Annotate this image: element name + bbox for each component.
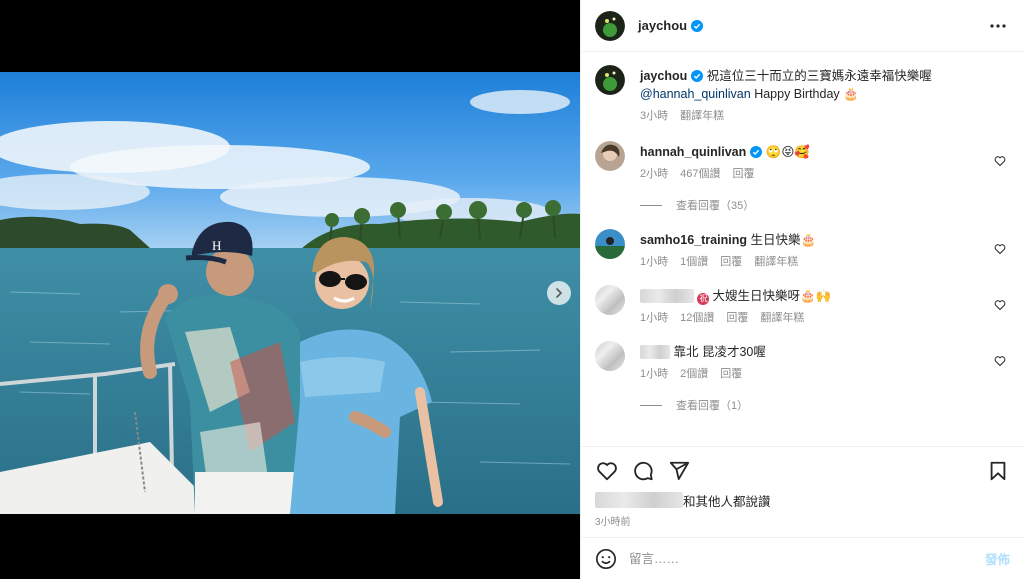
likes-summary[interactable]: 和其他人都說讚 (595, 491, 1010, 509)
author-avatar[interactable] (595, 10, 625, 41)
post-actions: 和其他人都說讚 3小時前 (581, 446, 1024, 528)
verified-badge-icon (691, 20, 704, 32)
caption-text-2: Happy Birthday (754, 87, 840, 101)
comment-time: 1小時 (640, 256, 669, 268)
cake-emoji: 🎂 (843, 87, 859, 101)
save-button[interactable] (986, 459, 1010, 483)
caption-translate-link[interactable]: 翻譯年糕 (680, 107, 724, 123)
smiley-icon[interactable] (595, 548, 617, 570)
chevron-right-icon (556, 288, 563, 298)
author-avatar-image (595, 10, 625, 41)
caption: jaychou 祝這位三十而立的三寶媽永遠幸福快樂喔 @hannah_quinl… (595, 53, 1010, 123)
comment-like-heart-icon[interactable] (994, 355, 1006, 367)
commenter-avatar-blurred[interactable] (595, 341, 625, 371)
svg-text:H: H (212, 238, 221, 253)
post-photo[interactable]: H (0, 72, 580, 514)
post-time: 3小時前 (595, 517, 631, 528)
next-photo-button[interactable] (547, 281, 571, 305)
view-replies-label: 查看回覆（1） (676, 400, 749, 412)
comment-likes[interactable]: 1個讚 (680, 253, 708, 269)
commenter-avatar-image (595, 141, 625, 171)
heart-icon (597, 462, 617, 481)
verified-badge-icon (750, 146, 763, 158)
more-options-button[interactable] (986, 14, 1010, 38)
translate-mark-icon: 祝 (697, 293, 710, 305)
comment-input[interactable] (629, 551, 985, 566)
post-side-panel: jaychou jaychou 祝這位三十而立的三寶媽永遠幸福快樂喔 @hann… (580, 0, 1024, 579)
comment-text: 大嫂生日快樂呀🎂🙌 (712, 289, 832, 303)
comment-reply-button[interactable]: 回覆 (732, 165, 754, 181)
verified-badge-icon (691, 70, 704, 82)
likes-text: 和其他人都說讚 (683, 494, 771, 509)
caption-text: 祝這位三十而立的三寶媽永遠幸福快樂喔 (706, 69, 932, 83)
comment-translate-link[interactable]: 翻譯年糕 (754, 253, 798, 269)
comment-likes[interactable]: 12個讚 (680, 309, 714, 325)
comment-time: 1小時 (640, 368, 669, 380)
post-comment-button[interactable]: 發佈 (985, 549, 1010, 568)
share-button[interactable] (667, 459, 691, 483)
caption-avatar-image (595, 65, 625, 95)
author-username-text: jaychou (638, 18, 688, 33)
comment-reply-button[interactable]: 回覆 (726, 309, 748, 325)
comment-button[interactable] (631, 459, 655, 483)
comments-list[interactable]: jaychou 祝這位三十而立的三寶媽永遠幸福快樂喔 @hannah_quinl… (581, 53, 1024, 443)
commenter-avatar[interactable] (595, 229, 625, 259)
commenter-username-blurred[interactable] (640, 289, 694, 303)
comment-composer: 發佈 (581, 537, 1024, 579)
commenter-username-blurred[interactable] (640, 345, 670, 359)
instagram-post-view: H jaychou jaychou 祝這位三十而立的三寶媽永遠幸福快樂喔 @ha… (0, 0, 1024, 579)
comment-likes[interactable]: 2個讚 (680, 365, 708, 381)
comment-like-heart-icon[interactable] (994, 155, 1006, 167)
comment-time: 2小時 (640, 168, 669, 180)
caption-mention[interactable]: @hannah_quinlivan (640, 87, 751, 101)
post-photo-image: H (0, 72, 580, 514)
replies-divider (640, 404, 662, 406)
like-button[interactable] (595, 459, 619, 483)
commenter-username[interactable]: samho16_training (640, 233, 747, 247)
comment-reply-button[interactable]: 回覆 (720, 253, 742, 269)
view-replies-button[interactable]: 查看回覆（35） (640, 197, 1010, 213)
comment-item: 靠北 昆凌才30喔 1小時 2個讚 回覆 (595, 329, 1010, 381)
comment-item: 祝大嫂生日快樂呀🎂🙌 1小時 12個讚 回覆 翻譯年糕 (595, 273, 1010, 325)
commenter-avatar-image (595, 229, 625, 259)
caption-time: 3小時 (640, 110, 669, 122)
more-horizontal-icon (990, 23, 1006, 28)
comment-item: samho16_training 生日快樂🎂 1小時 1個讚 回覆 翻譯年糕 (595, 217, 1010, 269)
caption-avatar[interactable] (595, 65, 625, 95)
comment-like-heart-icon[interactable] (994, 243, 1006, 255)
comment-icon (634, 461, 653, 481)
comment-like-heart-icon[interactable] (994, 299, 1006, 311)
bookmark-icon (990, 461, 1006, 481)
caption-username[interactable]: jaychou (640, 69, 687, 83)
author-username[interactable]: jaychou (638, 18, 704, 33)
view-replies-label: 查看回覆（35） (676, 200, 755, 212)
likers-blurred (595, 492, 683, 508)
comment-time: 1小時 (640, 312, 669, 324)
comment-text: 生日快樂🎂 (750, 233, 817, 247)
share-icon (669, 461, 690, 480)
comment-reply-button[interactable]: 回覆 (720, 365, 742, 381)
commenter-avatar-blurred[interactable] (595, 285, 625, 315)
comment-text: 🙄😝🥰 (765, 145, 810, 159)
comment-item: hannah_quinlivan 🙄😝🥰 2小時 467個讚 回覆 (595, 129, 1010, 181)
replies-divider (640, 204, 662, 206)
post-header: jaychou (581, 0, 1024, 52)
view-replies-button[interactable]: 查看回覆（1） (640, 397, 1010, 413)
commenter-avatar[interactable] (595, 141, 625, 171)
commenter-username[interactable]: hannah_quinlivan (640, 145, 746, 159)
comment-likes[interactable]: 467個讚 (680, 165, 720, 181)
comment-text: 靠北 昆凌才30喔 (673, 345, 766, 359)
comment-translate-link[interactable]: 翻譯年糕 (760, 309, 804, 325)
media-panel: H (0, 0, 580, 579)
